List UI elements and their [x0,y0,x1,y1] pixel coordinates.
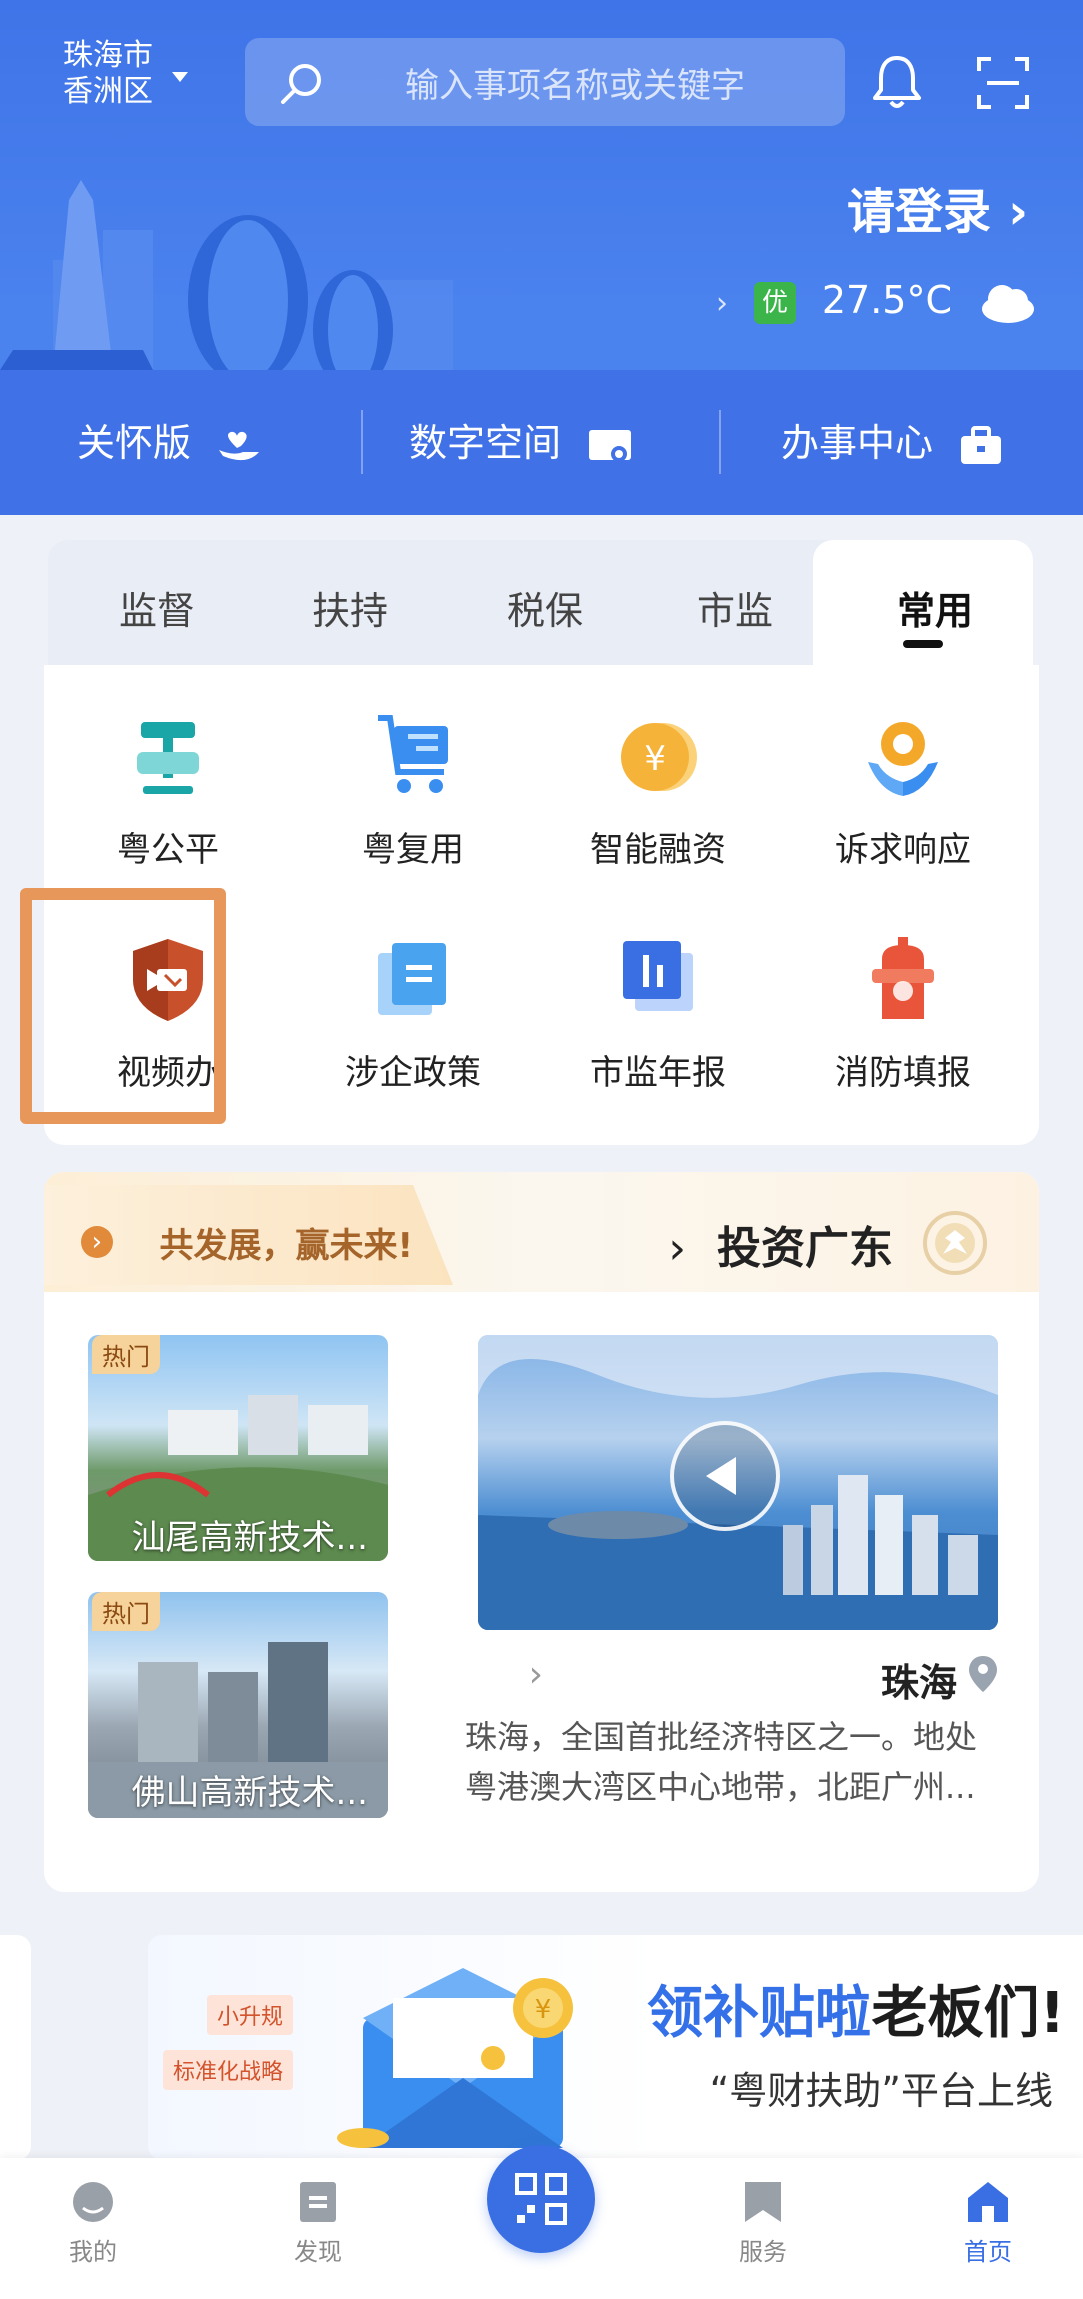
login-label: 请登录 [847,184,992,240]
hydrant-icon [872,937,934,1019]
svg-text:¥: ¥ [644,739,666,779]
next-banner-peek[interactable] [0,1935,31,2160]
banner-tag: 标准化战略 [162,2050,293,2090]
city-skyline-illustration [0,180,453,370]
document-icon [300,2182,336,2222]
slanted-divider [453,1172,523,1292]
bell-icon[interactable] [869,52,925,112]
tab-market-supervision[interactable]: 市监 [697,580,773,635]
quick-item-digital-space[interactable]: 数字空间 [409,412,633,467]
invest-title-link[interactable]: 投资广东 › [668,1212,893,1276]
yuan-coin-icon: ¥ [621,723,697,791]
play-icon [706,1457,736,1495]
tab-supervision[interactable]: 监督 [119,580,195,635]
chevron-right-icon: › [668,1223,686,1274]
qr-code-icon [515,2173,567,2225]
envelope-coins-illustration: ¥ [337,1968,573,2148]
chevron-right-icon: › [715,286,728,321]
briefcase-icon [961,425,1001,464]
city-name: 珠海市 [63,38,153,73]
banner-tag: 小升规 [206,1995,293,2035]
chevron-right-icon[interactable]: › [529,1654,543,1695]
bar-chart-icon [623,941,693,1011]
hot-item-label: 汕尾高新技术... [131,1518,368,1558]
district-name: 香洲区 [63,74,153,109]
search-icon [281,64,321,104]
video-description: 珠海，全国首批经济特区之一。地处粤港澳大湾区中心地带，北距广州... [465,1718,978,1806]
hot-item-label: 佛山高新技术... [131,1773,368,1813]
play-button[interactable] [670,1421,780,1531]
scan-icon[interactable] [975,55,1031,111]
document-icon [378,943,446,1015]
banner-title: 老板们!领补贴啦 [647,1981,1065,2046]
monitor-icon [589,429,631,462]
weather-widget[interactable]: 27.5°C 优 › [716,278,1038,324]
bookmark-icon [745,2182,781,2222]
highlight-frame [20,888,226,1124]
temperature: 27.5°C [821,278,952,322]
tab-support[interactable]: 扶持 [312,580,388,635]
home-icon [968,2182,1008,2222]
quick-item-care-mode[interactable]: 关怀版 [77,412,263,467]
cart-icon [378,715,448,793]
svg-text:¥: ¥ [535,1995,552,2025]
tab-tax-insurance[interactable]: 税保 [507,580,583,635]
gear-hands-icon [868,722,938,796]
chevron-down-icon[interactable] [172,72,188,82]
search-placeholder: 输入事项名称或关键字 [405,66,745,106]
tab-common[interactable]: 常用 [897,580,973,635]
care-hand-icon [219,431,259,460]
location-pin-icon [969,1656,997,1692]
scan-qr-button[interactable] [487,2145,595,2253]
divider [361,410,363,474]
hot-badge: 热门 [92,1592,160,1631]
video-player-zhuhai[interactable] [478,1335,998,1630]
hot-badge: 热门 [92,1335,160,1374]
slogan-text: 共发展，赢未来! [159,1226,413,1266]
location-selector[interactable]: 珠海市 香洲区 [63,38,153,110]
search-bar[interactable]: 输入事项名称或关键字 [245,38,845,126]
gold-coin-logo-icon [923,1211,987,1275]
divider [719,410,721,474]
quick-item-service-center[interactable]: 办事中心 [781,412,1003,467]
cloud-icon [982,284,1034,323]
air-quality-badge: 优 [761,287,788,318]
banner-subtitle: “粤财扶助”平台上线 [709,2069,1053,2113]
login-link[interactable]: › 请登录 [847,172,1028,242]
user-face-icon [73,2182,113,2222]
slogan-arrow-icon[interactable]: › [81,1226,113,1258]
video-city-name: 珠海 [880,1661,957,1705]
tab-underline [903,640,943,648]
scales-icon [137,722,199,794]
